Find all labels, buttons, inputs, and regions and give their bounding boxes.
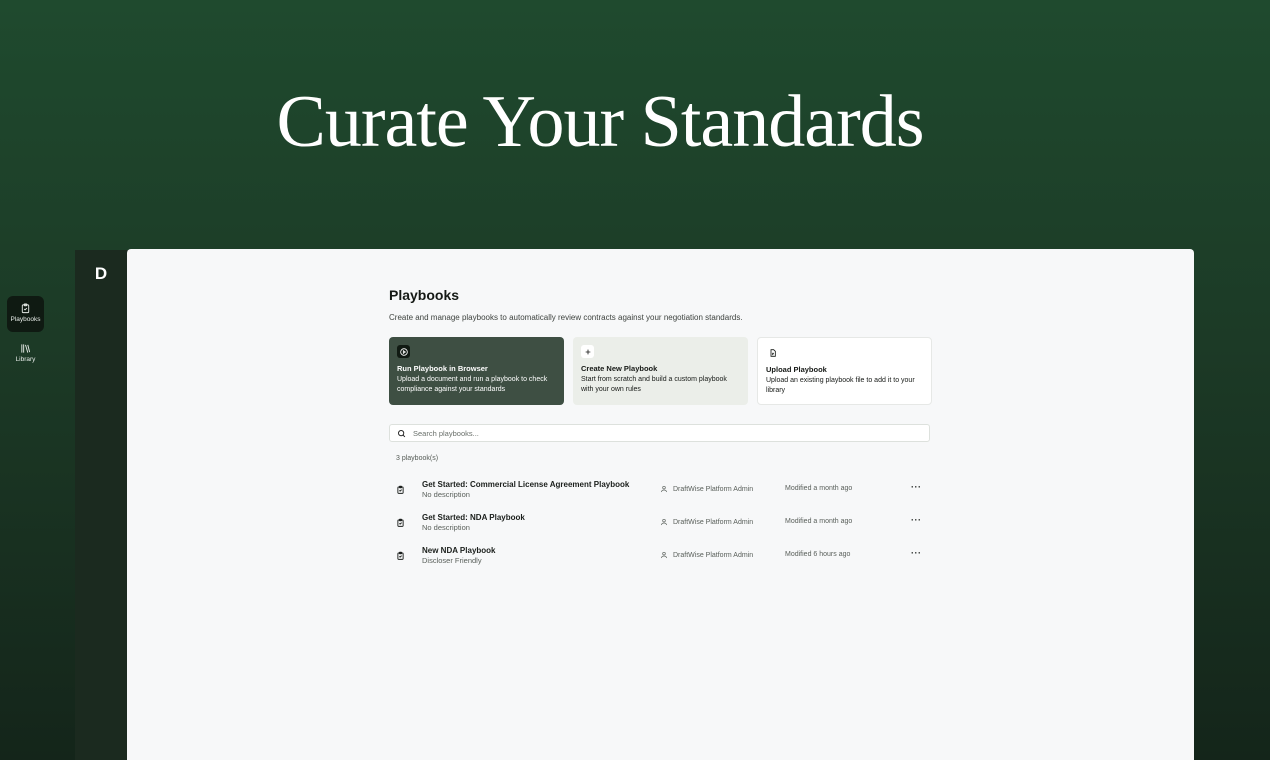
file-icon — [766, 346, 779, 359]
card-title: Run Playbook in Browser — [397, 364, 488, 373]
page-title: Playbooks — [389, 287, 460, 303]
search-icon — [398, 429, 406, 437]
playbook-owner: DraftWise Platform Admin — [660, 485, 753, 493]
owner-name: DraftWise Platform Admin — [673, 485, 754, 493]
clipboard-check-icon — [397, 551, 404, 560]
card-description: Upload a document and run a playbook to … — [397, 376, 548, 393]
playbook-owner: DraftWise Platform Admin — [660, 551, 753, 559]
owner-name: DraftWise Platform Admin — [673, 551, 754, 559]
page-subtitle: Create and manage playbooks to automatic… — [389, 313, 743, 322]
playbook-title[interactable]: Get Started: Commercial License Agreemen… — [422, 480, 629, 489]
more-options-button[interactable]: ··· — [911, 482, 922, 492]
sidebar: D — [75, 250, 128, 760]
sidebar-item-library[interactable]: Library — [7, 336, 44, 372]
app-logo[interactable]: D — [75, 264, 127, 284]
playbook-description: No description — [422, 490, 470, 499]
sidebar-item-label: Playbooks — [10, 316, 41, 323]
table-row[interactable]: Get Started: NDA Playbook No description… — [389, 512, 930, 538]
playbook-modified: Modified 6 hours ago — [785, 551, 851, 558]
plus-icon — [581, 345, 594, 358]
clipboard-check-icon — [397, 485, 404, 494]
user-icon — [661, 552, 667, 559]
search-box[interactable] — [389, 424, 930, 442]
user-icon — [661, 486, 667, 493]
user-icon — [661, 519, 667, 526]
table-row[interactable]: Get Started: Commercial License Agreemen… — [389, 479, 930, 505]
sidebar-item-label: Library — [15, 356, 36, 363]
run-playbook-card[interactable]: Run Playbook in Browser Upload a documen… — [389, 337, 564, 405]
table-row[interactable]: New NDA Playbook Discloser Friendly Draf… — [389, 545, 930, 571]
upload-playbook-card[interactable]: Upload Playbook Upload an existing playb… — [757, 337, 932, 405]
playbook-title[interactable]: New NDA Playbook — [422, 546, 496, 555]
create-playbook-card[interactable]: Create New Playbook Start from scratch a… — [573, 337, 748, 405]
more-options-button[interactable]: ··· — [911, 515, 922, 525]
search-input[interactable] — [411, 427, 895, 439]
books-icon — [21, 344, 31, 353]
card-description: Upload an existing playbook file to add … — [766, 377, 915, 394]
playbook-count: 3 playbook(s) — [396, 455, 439, 462]
playbook-description: No description — [422, 523, 470, 532]
hero-title: Curate Your Standards — [276, 81, 924, 163]
playbook-modified: Modified a month ago — [785, 485, 853, 492]
playbook-title[interactable]: Get Started: NDA Playbook — [422, 513, 525, 522]
play-icon — [397, 345, 410, 358]
more-options-button[interactable]: ··· — [911, 548, 922, 558]
card-title: Upload Playbook — [766, 365, 827, 374]
clipboard-check-icon — [21, 303, 30, 314]
clipboard-check-icon — [397, 518, 404, 527]
playbook-modified: Modified a month ago — [785, 518, 853, 525]
card-title: Create New Playbook — [581, 364, 658, 373]
playbook-owner: DraftWise Platform Admin — [660, 518, 753, 526]
playbook-description: Discloser Friendly — [422, 556, 482, 565]
owner-name: DraftWise Platform Admin — [673, 518, 754, 526]
card-description: Start from scratch and build a custom pl… — [581, 376, 727, 393]
sidebar-item-playbooks[interactable]: Playbooks — [7, 296, 44, 332]
